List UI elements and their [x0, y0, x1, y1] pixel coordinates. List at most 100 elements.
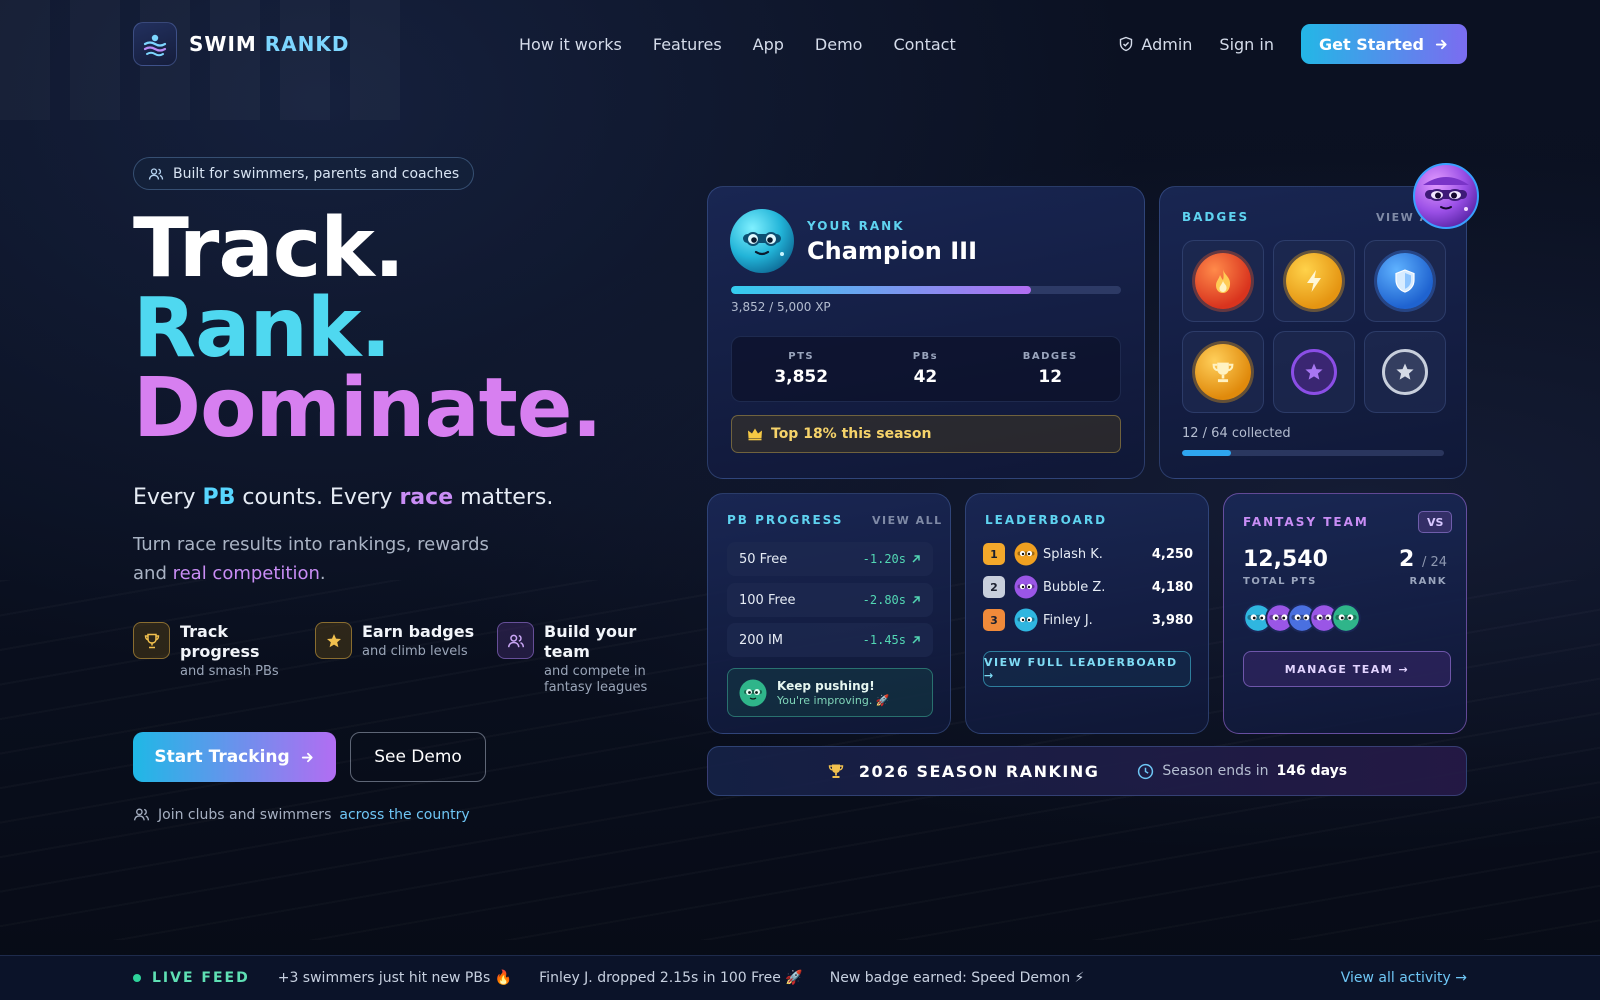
- stat-pbs: PBs 42: [913, 351, 938, 387]
- pb-delta: -2.80s: [863, 593, 921, 607]
- fantasy-rank-value: 2: [1398, 547, 1415, 572]
- feature-track-progress: Track progress and smash PBs: [133, 622, 280, 680]
- start-tracking-button[interactable]: Start Tracking: [133, 732, 336, 782]
- fantasy-rank-label: RANK: [1409, 576, 1447, 587]
- mascot-green-avatar: [739, 679, 767, 706]
- star-icon: [1291, 349, 1337, 395]
- fantasy-rank: 2 / 24: [1399, 547, 1447, 572]
- feed-item[interactable]: +3 swimmers just hit new PBs 🔥: [278, 970, 512, 986]
- leaderboard-row[interactable]: 3 Finley J. 3,980: [983, 607, 1193, 633]
- nav-link-app[interactable]: App: [753, 35, 784, 54]
- fantasy-team-avatars: [1243, 603, 1361, 637]
- lightning-icon: [1286, 253, 1342, 309]
- leaderboard-score: 3,980: [1151, 612, 1193, 628]
- brand-name: SWIM RANKD: [189, 32, 350, 56]
- admin-link[interactable]: Admin: [1118, 35, 1192, 54]
- join-link[interactable]: across the country: [339, 807, 469, 823]
- nav-actions: Admin Sign in Get Started: [1118, 24, 1467, 64]
- feed-item[interactable]: New badge earned: Speed Demon ⚡: [830, 970, 1085, 986]
- brand-name-first: SWIM: [189, 32, 257, 56]
- badge-cell[interactable]: [1273, 240, 1355, 322]
- pb-delta-value: -1.20s: [862, 552, 906, 566]
- hero-subline: Turn race results into rankings, rewards…: [133, 530, 513, 588]
- subline-highlight: real competition: [172, 563, 320, 584]
- badge-cell[interactable]: [1364, 240, 1446, 322]
- badge-cell[interactable]: [1182, 240, 1264, 322]
- season-ends-text: Season ends in: [1162, 763, 1269, 779]
- stat-pts: PTS 3,852: [774, 351, 828, 387]
- nav-link-demo[interactable]: Demo: [815, 35, 863, 54]
- rank-avatar: [729, 208, 795, 278]
- season-countdown: Season ends in 146 days: [1137, 763, 1347, 780]
- leaderboard-score: 4,180: [1151, 579, 1193, 595]
- brand-name-second: RANKD: [264, 32, 350, 56]
- top-percent-label: Top 18% this season: [771, 426, 932, 442]
- leaderboard-label: LEADERBOARD: [985, 513, 1108, 527]
- pb-view-all-link[interactable]: VIEW ALL: [872, 514, 943, 527]
- stat-value: 42: [913, 367, 938, 387]
- encouragement-title: Keep pushing!: [777, 678, 875, 693]
- star-icon: [1382, 349, 1428, 395]
- feature-title: Earn badges: [362, 622, 475, 641]
- badges-label: BADGES: [1182, 210, 1250, 224]
- leaderboard-name: Bubble Z.: [1043, 579, 1106, 595]
- leaderboard-row[interactable]: 2 Bubble Z. 4,180: [983, 574, 1193, 600]
- star-icon: [315, 622, 352, 659]
- badge-cell[interactable]: [1364, 331, 1446, 413]
- hero-headline-track: Track.: [133, 201, 405, 296]
- feature-earn-badges: Earn badges and climb levels: [315, 622, 474, 660]
- stat-badges: BADGES 12: [1023, 351, 1078, 387]
- nav-link-contact[interactable]: Contact: [893, 35, 955, 54]
- pb-delta-value: -1.45s: [862, 633, 906, 647]
- sign-in-link[interactable]: Sign in: [1219, 35, 1274, 54]
- badge-cell[interactable]: [1273, 331, 1355, 413]
- pb-delta-value: -2.80s: [862, 593, 906, 607]
- leaderboard-name: Splash K.: [1043, 546, 1103, 562]
- pb-row[interactable]: 200 IM -1.45s: [727, 623, 933, 657]
- view-full-leaderboard-button[interactable]: VIEW FULL LEADERBOARD →: [983, 651, 1191, 687]
- tagline-part-3: matters.: [453, 485, 554, 510]
- pb-delta: -1.45s: [863, 633, 921, 647]
- season-days: 146 days: [1276, 763, 1348, 779]
- live-feed-label: LIVE FEED: [152, 970, 250, 986]
- leaderboard-rank-number: 1: [983, 543, 1005, 565]
- get-started-button[interactable]: Get Started: [1300, 24, 1467, 64]
- start-tracking-label: Start Tracking: [154, 747, 290, 767]
- users-icon: [148, 167, 164, 180]
- pb-row[interactable]: 50 Free -1.20s: [727, 542, 933, 576]
- team-icon: [497, 622, 534, 659]
- leaderboard-avatar: [1014, 608, 1038, 636]
- season-ranking-bar: 2026 SEASON RANKING Season ends in 146 d…: [707, 746, 1467, 796]
- badge-cell[interactable]: [1182, 331, 1264, 413]
- audience-pill-label: Built for swimmers, parents and coaches: [173, 165, 460, 182]
- get-started-label: Get Started: [1318, 34, 1424, 54]
- arrow-right-icon: [1435, 39, 1447, 49]
- see-demo-button[interactable]: See Demo: [350, 732, 486, 782]
- feature-title: Track progress: [180, 622, 260, 661]
- team-member-avatar: [1331, 603, 1361, 637]
- stat-label: PTS: [788, 351, 815, 362]
- leaderboard-row[interactable]: 1 Splash K. 4,250: [983, 541, 1193, 567]
- leaderboard-rank-number: 3: [983, 609, 1005, 631]
- brand-logo[interactable]: SWIM RANKD: [133, 22, 350, 66]
- hero-headline-dominate: Dominate.: [133, 361, 603, 456]
- nav-link-how-it-works[interactable]: How it works: [519, 35, 622, 54]
- view-all-activity-link[interactable]: View all activity →: [1341, 970, 1467, 986]
- badges-progress-bar: [1182, 450, 1444, 456]
- rank-stats: PTS 3,852 PBs 42 BADGES 12: [731, 336, 1121, 402]
- rank-card: YOUR RANK Champion III 3,852 / 5,000 XP …: [707, 186, 1145, 479]
- encouragement-sub: You're improving. 🚀: [777, 693, 890, 707]
- clock-icon: [1138, 763, 1154, 779]
- badges-collected-text: 12 / 64 collected: [1182, 426, 1291, 441]
- nav-link-features[interactable]: Features: [653, 35, 722, 54]
- leaderboard-score: 4,250: [1151, 546, 1193, 562]
- pb-event: 200 IM: [739, 632, 783, 648]
- leaderboard-rank-number: 2: [983, 576, 1005, 598]
- arrow-right-icon: [301, 752, 313, 762]
- xp-progress-bar: [731, 286, 1121, 294]
- feed-item[interactable]: Finley J. dropped 2.15s in 100 Free 🚀: [539, 970, 803, 986]
- vs-badge[interactable]: VS: [1418, 511, 1453, 533]
- pb-row[interactable]: 100 Free -2.80s: [727, 583, 933, 617]
- manage-team-button[interactable]: MANAGE TEAM →: [1243, 651, 1451, 687]
- rank-label: YOUR RANK: [807, 219, 905, 233]
